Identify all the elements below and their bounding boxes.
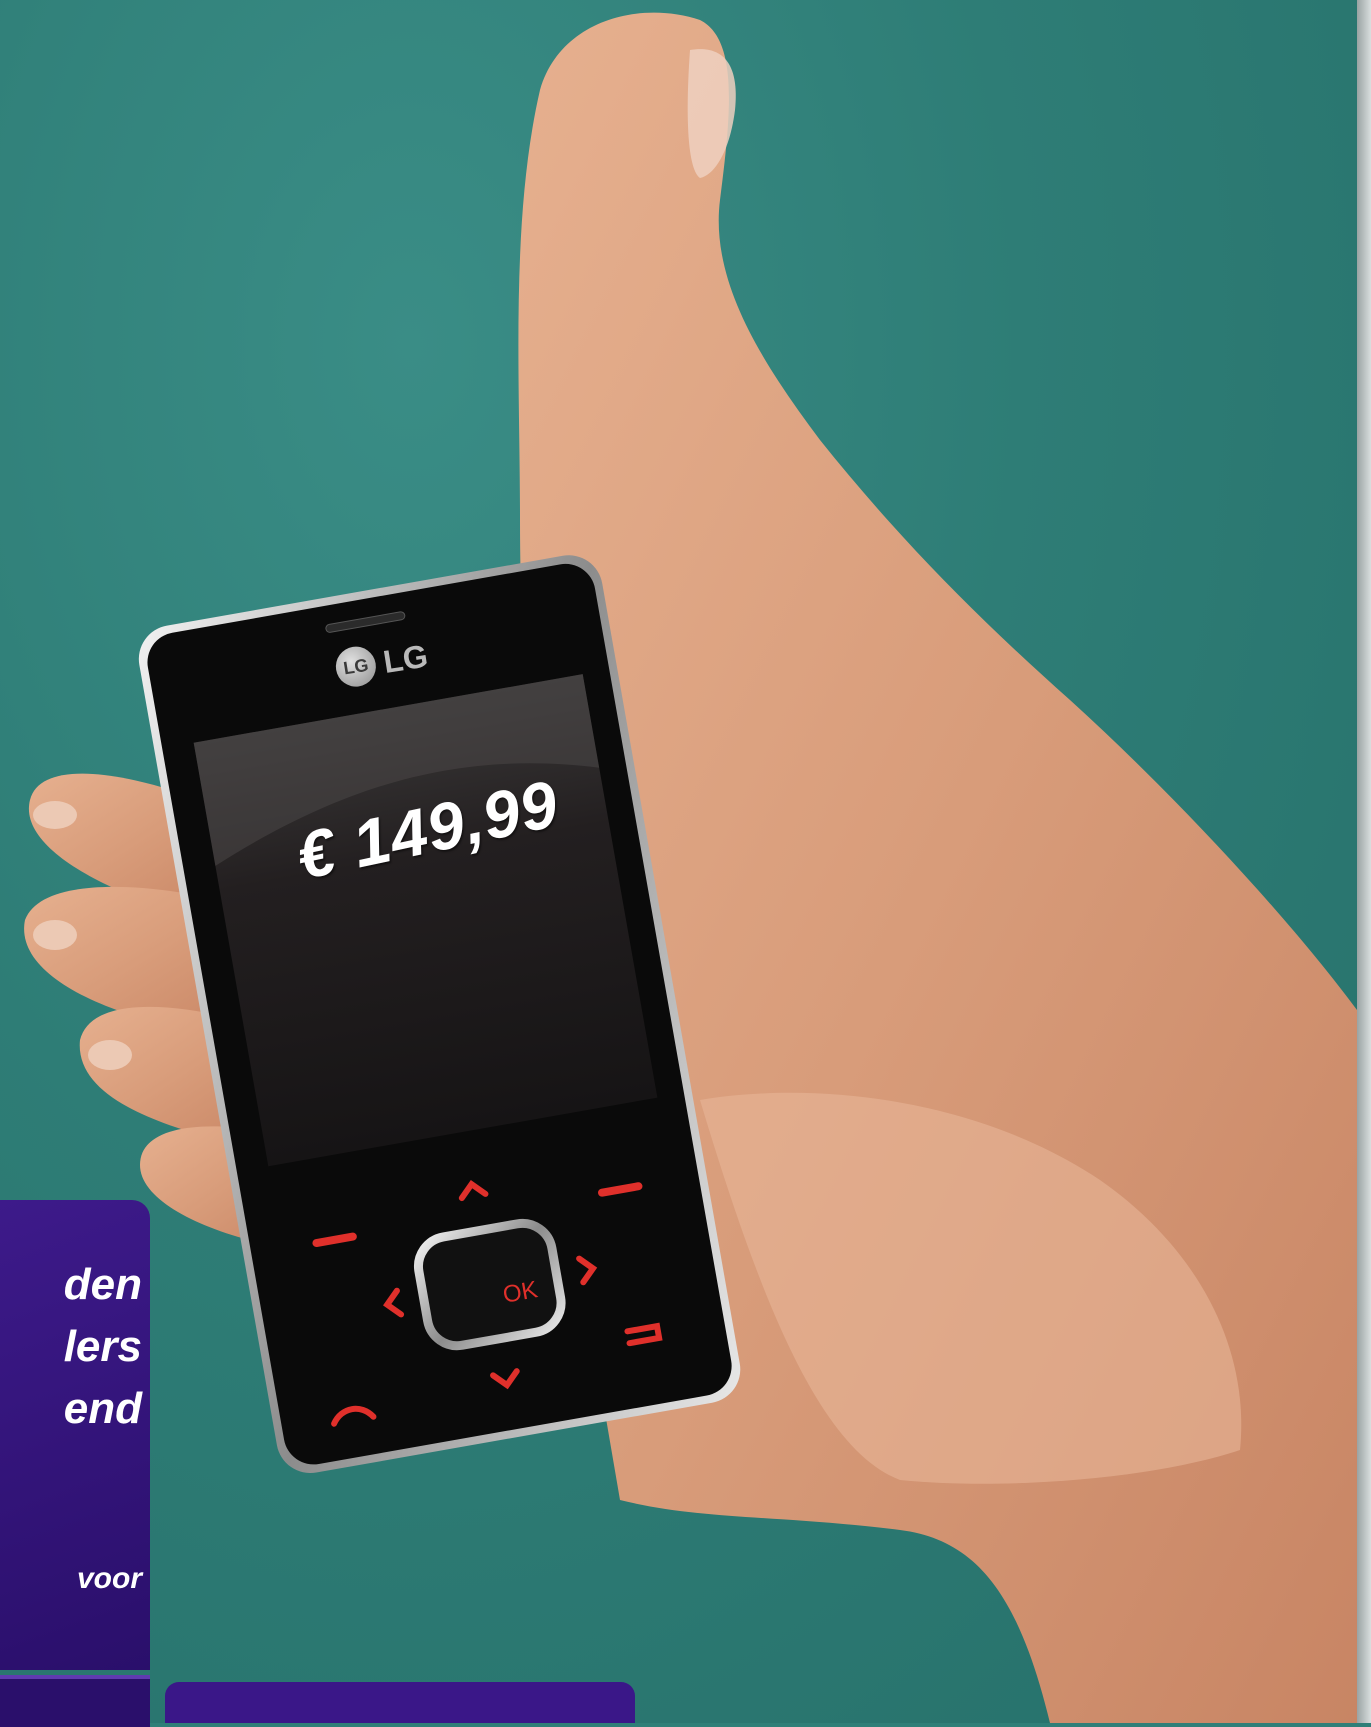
brand-name: LG [380, 637, 431, 680]
promo-panel-footer [0, 1675, 150, 1727]
fingernail-1 [33, 801, 77, 829]
promo-text-line-2: lers [63, 1322, 142, 1371]
thumbnail [687, 49, 736, 179]
promo-text-line-4: voor [76, 1562, 142, 1595]
ok-key-label: OK [500, 1276, 540, 1309]
lg-logo-icon: LG [333, 643, 379, 690]
hand-and-phone-illustration [24, 12, 1357, 1723]
promo-text-line-1: den [63, 1260, 142, 1309]
fingernail-2 [33, 920, 77, 950]
promo-text-line-3: end [63, 1384, 142, 1433]
promo-bottom-bar [165, 1682, 635, 1723]
fingernail-3 [88, 1040, 132, 1070]
ok-key-ring [413, 1218, 566, 1351]
